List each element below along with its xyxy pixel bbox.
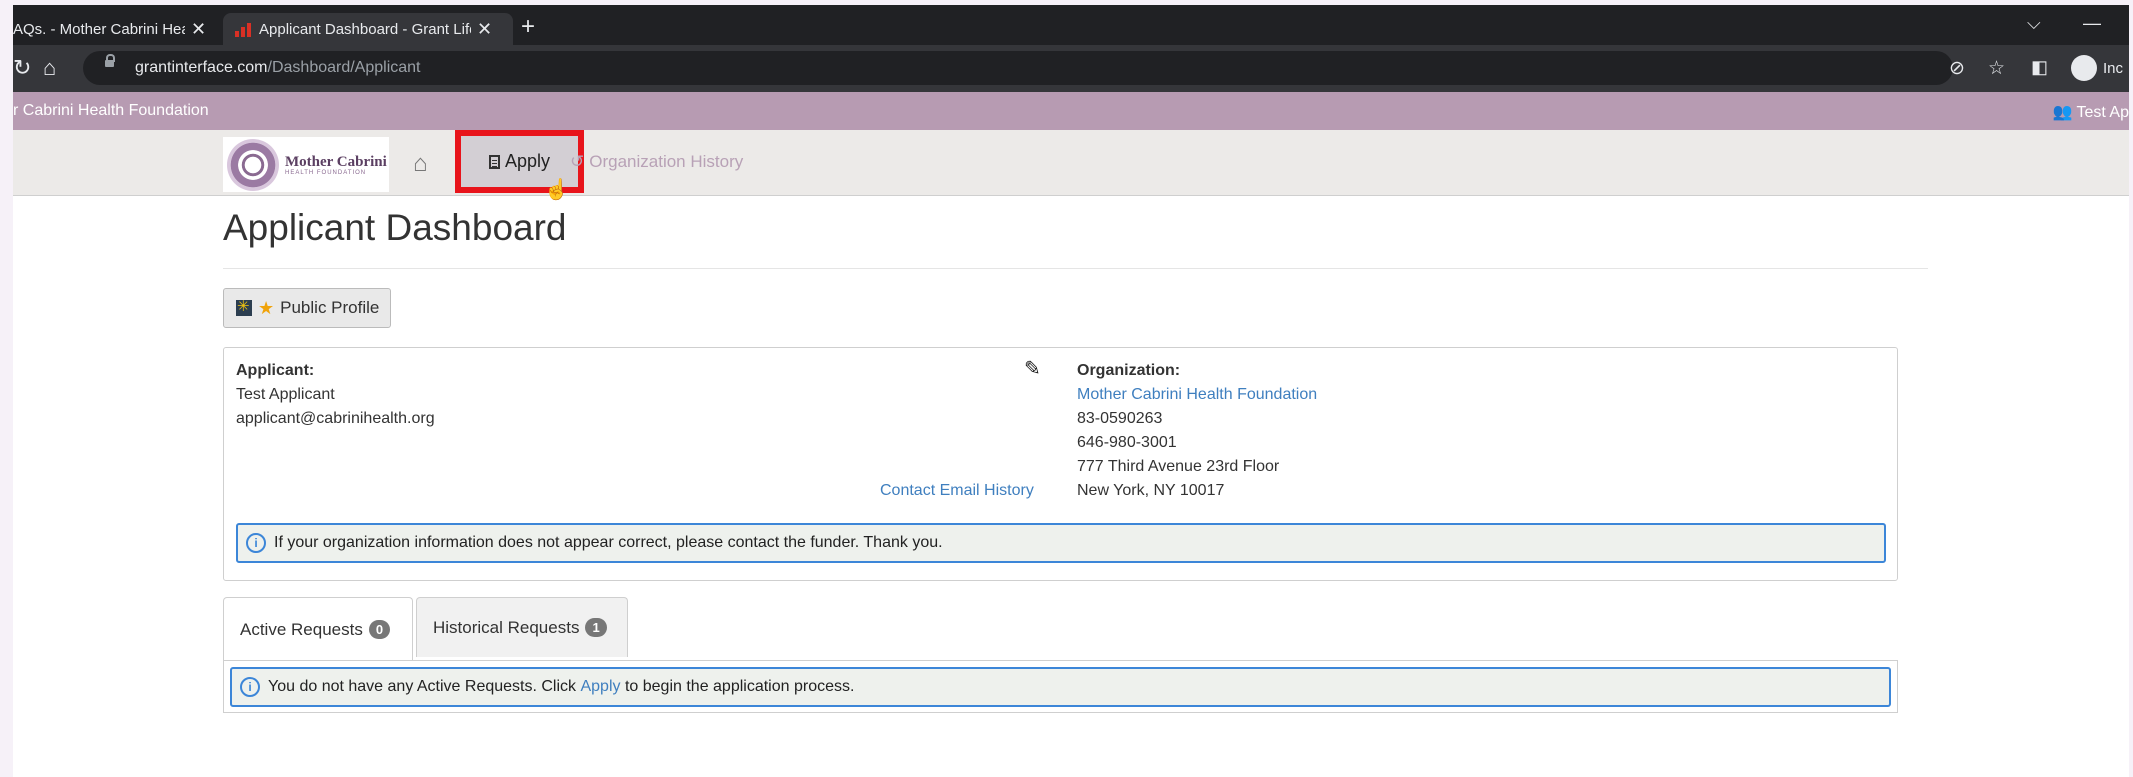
- eye-slash-icon[interactable]: ⊘: [1949, 57, 1965, 80]
- organization-phone: 646-980-3001: [1077, 434, 1177, 451]
- count-badge: 1: [585, 618, 607, 637]
- minimize-icon[interactable]: —: [2083, 13, 2101, 34]
- address-bar[interactable]: grantinterface.com/Dashboard/Applicant ⊘…: [83, 51, 2005, 85]
- bookmark-star-icon[interactable]: ☆: [1988, 57, 2005, 80]
- tab-historical-requests[interactable]: Historical Requests 1: [416, 597, 628, 657]
- organization-address-line1: 777 Third Avenue 23rd Floor: [1077, 458, 1280, 475]
- logo-subtitle: HEALTH FOUNDATION: [285, 169, 367, 176]
- contact-email-history-link[interactable]: Contact Email History: [880, 482, 1034, 500]
- logo-title: Mother Cabrini: [285, 153, 387, 170]
- history-icon: ↺: [570, 152, 585, 171]
- seal-icon: [227, 138, 279, 191]
- organization-ein: 83-0590263: [1077, 410, 1163, 427]
- url-text: grantinterface.com/Dashboard/Applicant: [135, 59, 421, 76]
- organization-address-line2: New York, NY 10017: [1077, 482, 1225, 499]
- info-icon: i: [246, 533, 266, 553]
- file-icon: [488, 154, 500, 169]
- info-icon: i: [240, 677, 260, 697]
- site-header: r Cabrini Health Foundation 👥 Test Ap: [13, 92, 2129, 130]
- organization-name-link[interactable]: Mother Cabrini Health Foundation: [1077, 386, 1317, 404]
- foundation-logo[interactable]: Mother Cabrini HEALTH FOUNDATION: [223, 137, 389, 192]
- divider: [223, 268, 1928, 269]
- no-requests-alert: i You do not have any Active Requests. C…: [230, 667, 1891, 707]
- lock-icon: [105, 54, 115, 67]
- foundation-name: r Cabrini Health Foundation: [13, 102, 209, 119]
- count-badge: 0: [368, 620, 391, 639]
- edit-pencil-icon[interactable]: ✎: [1024, 356, 1041, 381]
- new-tab-button[interactable]: +: [521, 15, 535, 39]
- tab-search-icon[interactable]: ⌵: [2027, 13, 2041, 34]
- browser-tab-faqs[interactable]: AQs. - Mother Cabrini Hea ✕: [13, 13, 213, 45]
- home-icon[interactable]: ⌂: [43, 55, 56, 81]
- tab-active-requests[interactable]: Active Requests 0: [223, 597, 413, 661]
- browser-toolbar: ↻ ⌂ grantinterface.com/Dashboard/Applica…: [13, 45, 2129, 92]
- organization-history-nav[interactable]: ↺ Organization History: [570, 152, 743, 172]
- favicon-icon: [235, 21, 251, 37]
- requests-tab-panel: i You do not have any Active Requests. C…: [223, 660, 1898, 713]
- applicant-label: Applicant:: [236, 362, 315, 379]
- applicant-name: Test Applicant: [236, 386, 335, 403]
- public-profile-button[interactable]: ★ Public Profile: [223, 288, 391, 328]
- site-nav: Mother Cabrini HEALTH FOUNDATION ⌂ Apply…: [13, 130, 2129, 201]
- tab-strip: AQs. - Mother Cabrini Hea ✕ Applicant Da…: [13, 5, 2129, 45]
- incognito-icon: [2071, 55, 2097, 81]
- apply-inline-link[interactable]: Apply: [580, 678, 620, 696]
- star-icon: ★: [258, 297, 275, 318]
- users-icon: 👥: [2052, 104, 2073, 121]
- browser-tab-dashboard[interactable]: Applicant Dashboard - Grant Life ✕: [223, 13, 513, 45]
- incognito-indicator[interactable]: Inc: [2071, 55, 2123, 81]
- user-menu[interactable]: 👥 Test Ap: [2052, 102, 2129, 122]
- tab-title: Applicant Dashboard - Grant Life: [259, 20, 471, 38]
- organization-label: Organization:: [1077, 362, 1181, 379]
- organization-info-alert: i If your organization information does …: [236, 523, 1886, 563]
- applicant-info-panel: Applicant: Test Applicant applicant@cabr…: [223, 347, 1898, 581]
- profile-badge-icon: [236, 297, 252, 316]
- browser-window: AQs. - Mother Cabrini Hea ✕ Applicant Da…: [13, 5, 2129, 777]
- close-icon[interactable]: ✕: [191, 19, 206, 40]
- reload-icon[interactable]: ↻: [13, 55, 31, 81]
- tab-title: AQs. - Mother Cabrini Hea: [13, 20, 185, 38]
- page-title: Applicant Dashboard: [223, 207, 567, 248]
- pointer-cursor-icon: ☝: [544, 179, 569, 201]
- home-nav-icon[interactable]: ⌂: [413, 150, 428, 178]
- applicant-email: applicant@cabrinihealth.org: [236, 410, 435, 427]
- close-icon[interactable]: ✕: [477, 19, 492, 40]
- side-panel-icon[interactable]: ◧: [2031, 57, 2048, 78]
